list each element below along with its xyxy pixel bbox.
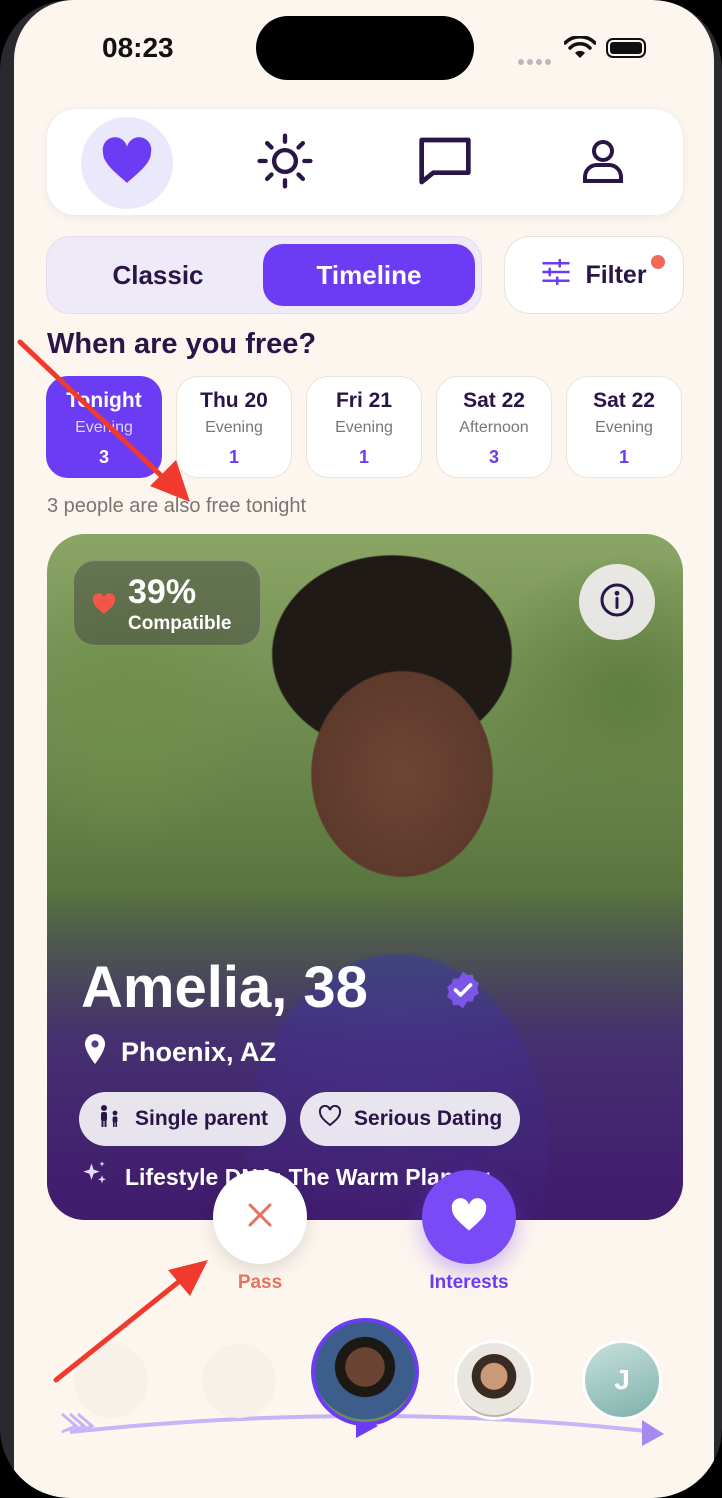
day-count: 1 [358, 447, 369, 467]
day-title: Thu 20 [200, 389, 268, 412]
heart-icon [92, 593, 116, 620]
pass-action: Pass [213, 1170, 307, 1294]
chat-icon [417, 135, 473, 192]
day-count: 1 [618, 447, 629, 467]
filter-button[interactable]: Filter [504, 236, 684, 314]
nav-profile-button[interactable] [557, 117, 649, 209]
timeline-avatar-initial[interactable]: J [582, 1340, 662, 1420]
location-pin-icon [83, 1034, 107, 1071]
compatibility-badge: 39% Compatible [73, 560, 261, 646]
filter-indicator-dot [651, 255, 665, 269]
heart-outline-icon [318, 1104, 342, 1133]
verified-badge-icon [443, 970, 483, 1015]
location-text: Phoenix, AZ [121, 1037, 277, 1067]
sliders-icon [541, 258, 571, 292]
day-title: Fri 21 [335, 389, 393, 412]
day-count: 3 [98, 447, 109, 467]
view-mode-toggle: Classic Timeline [46, 236, 482, 314]
timeline-avatar[interactable] [454, 1340, 534, 1420]
nav-messages-button[interactable] [399, 117, 491, 209]
sparkles-icon [81, 1160, 109, 1194]
day-period: Evening [595, 419, 653, 436]
availability-note: 3 people are also free tonight [47, 495, 307, 517]
compatibility-percent: 39% [128, 573, 197, 611]
sun-icon [256, 132, 314, 195]
day-chip-sat-22-evening[interactable]: Sat 22 Evening 1 [566, 376, 682, 478]
day-selector: Tonight Evening 3 Thu 20 Evening 1 Fri 2… [46, 376, 706, 480]
nav-discover-button[interactable] [239, 117, 331, 209]
day-title: Sat 22 [593, 389, 655, 412]
day-chip-sat-22-afternoon[interactable]: Sat 22 Afternoon 3 [436, 376, 552, 478]
status-time: 08:23 [102, 32, 174, 63]
timeline-avatar-empty[interactable] [202, 1344, 276, 1418]
people-timeline: J [14, 1310, 714, 1470]
day-count: 1 [228, 447, 239, 467]
tag-serious-dating: Serious Dating [300, 1092, 521, 1146]
day-chip-fri-21[interactable]: Fri 21 Evening 1 [306, 376, 422, 478]
interests-button[interactable] [422, 1170, 516, 1264]
family-icon [97, 1104, 123, 1134]
day-title: Sat 22 [463, 389, 525, 412]
day-period: Evening [335, 419, 393, 436]
wifi-icon [563, 35, 597, 65]
interests-action: Interests [422, 1170, 516, 1294]
tag-single-parent: Single parent [79, 1092, 287, 1146]
dynamic-island [256, 16, 474, 80]
day-period: Afternoon [459, 419, 529, 436]
day-chip-tonight[interactable]: Tonight Evening 3 [46, 376, 162, 478]
pass-button[interactable] [213, 1170, 307, 1264]
day-period: Evening [75, 419, 133, 436]
nav-heart-button[interactable] [81, 117, 173, 209]
tag-label: Serious Dating [354, 1107, 503, 1130]
profile-icon [579, 137, 627, 190]
profile-tags: Single parent Serious Dating [79, 1092, 521, 1146]
day-period: Evening [205, 419, 263, 436]
day-chip-thu-20[interactable]: Thu 20 Evening 1 [176, 376, 292, 478]
timeline-tab[interactable]: Timeline [263, 244, 475, 306]
signal-icon [518, 52, 554, 65]
tag-label: Single parent [135, 1107, 269, 1130]
timeline-avatar-empty[interactable] [74, 1344, 148, 1418]
interests-label: Interests [429, 1272, 509, 1293]
info-icon [599, 582, 635, 623]
profile-location: Phoenix, AZ [83, 1034, 276, 1071]
timeline-avatar-current[interactable] [311, 1318, 419, 1426]
phone-frame: 08:23 Classic Timeline Filter When are y… [0, 0, 722, 1498]
close-icon [245, 1200, 275, 1235]
heart-icon [100, 136, 154, 190]
heart-icon [450, 1197, 488, 1237]
profile-name: Amelia, 38 [81, 955, 368, 1020]
classic-tab[interactable]: Classic [55, 244, 261, 306]
availability-heading: When are you free? [47, 328, 317, 360]
info-button[interactable] [579, 564, 655, 640]
app-screen: 08:23 Classic Timeline Filter When are y… [14, 0, 714, 1498]
compatibility-label: Compatible [128, 613, 232, 634]
day-count: 3 [488, 447, 499, 467]
profile-card[interactable]: 39% Compatible Amelia, 38 Phoenix, AZ Si… [47, 534, 683, 1220]
top-navigation [46, 108, 684, 216]
battery-icon [606, 38, 646, 58]
day-title: Tonight [66, 389, 142, 412]
pass-label: Pass [237, 1272, 283, 1293]
filter-label: Filter [585, 260, 647, 289]
